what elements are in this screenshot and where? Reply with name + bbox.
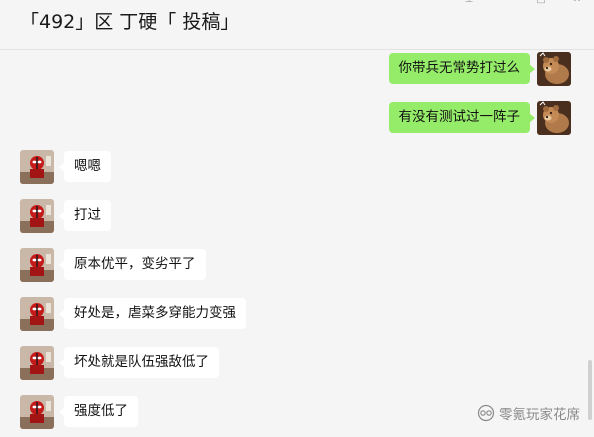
message-bubble[interactable]: 打过 xyxy=(59,200,111,231)
message-bubble[interactable]: 有没有测试过一阵子 xyxy=(388,102,535,133)
message-bubble[interactable]: 强度低了 xyxy=(59,396,138,427)
title-bar: 「492」区 丁硬「 投稿」 ⊥ — □ ✕ xyxy=(0,0,594,50)
pin-icon[interactable]: ⊥ xyxy=(462,0,476,6)
avatar-contact[interactable] xyxy=(20,199,54,233)
message-incoming: 嗯嗯 xyxy=(0,150,594,184)
window-controls: ⊥ — □ ✕ xyxy=(462,0,584,6)
deadpool-avatar-icon xyxy=(20,199,54,233)
avatar-contact[interactable] xyxy=(20,297,54,331)
message-incoming: 打过 xyxy=(0,199,594,233)
message-incoming: 好处是，虐菜多穿能力变强 xyxy=(0,297,594,331)
scrollbar[interactable] xyxy=(588,360,592,420)
bear-avatar-icon xyxy=(537,101,571,135)
close-icon[interactable]: ✕ xyxy=(570,0,584,6)
avatar-self[interactable] xyxy=(537,101,571,135)
deadpool-avatar-icon xyxy=(20,395,54,429)
chat-window: 「492」区 丁硬「 投稿」 ⊥ — □ ✕ 你带兵无常势打过么 xyxy=(0,0,594,437)
deadpool-avatar-icon xyxy=(20,346,54,380)
deadpool-avatar-icon xyxy=(20,150,54,184)
message-outgoing: 你带兵无常势打过么 xyxy=(0,52,594,86)
message-incoming: 坏处就是队伍强敌低了 xyxy=(0,346,594,380)
message-bubble[interactable]: 你带兵无常势打过么 xyxy=(388,53,535,84)
avatar-self[interactable] xyxy=(537,52,571,86)
watermark: 零氪玩家花席 xyxy=(477,403,580,423)
message-bubble[interactable]: 坏处就是队伍强敌低了 xyxy=(59,347,219,378)
maximize-icon[interactable]: □ xyxy=(534,0,548,6)
wechat-channel-icon xyxy=(477,404,495,422)
message-outgoing: 有没有测试过一阵子 xyxy=(0,101,594,135)
message-bubble[interactable]: 好处是，虐菜多穿能力变强 xyxy=(59,298,246,329)
avatar-contact[interactable] xyxy=(20,150,54,184)
watermark-text: 零氪玩家花席 xyxy=(499,407,580,423)
avatar-contact[interactable] xyxy=(20,395,54,429)
deadpool-avatar-icon xyxy=(20,297,54,331)
chat-title: 「492」区 丁硬「 投稿」 xyxy=(20,11,240,33)
deadpool-avatar-icon xyxy=(20,248,54,282)
bear-avatar-icon xyxy=(537,52,571,86)
avatar-contact[interactable] xyxy=(20,346,54,380)
message-bubble[interactable]: 嗯嗯 xyxy=(59,151,111,182)
message-incoming: 原本优平，变劣平了 xyxy=(0,248,594,282)
avatar-contact[interactable] xyxy=(20,248,54,282)
message-bubble[interactable]: 原本优平，变劣平了 xyxy=(59,249,206,280)
minimize-icon[interactable]: — xyxy=(498,0,512,6)
